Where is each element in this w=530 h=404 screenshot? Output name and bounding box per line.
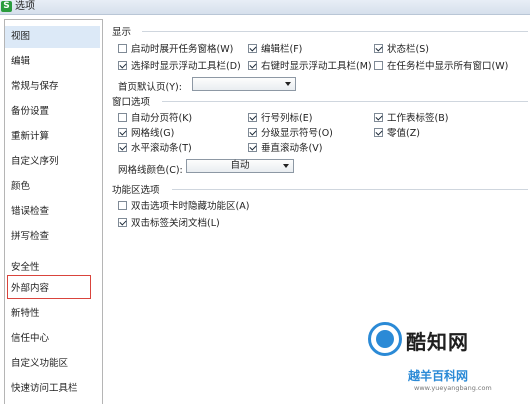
home-page-label: 首页默认页(Y): [118,82,182,93]
checkbox-label: 零值(Z) [387,128,420,139]
checkbox-gridlines[interactable]: 网格线(G) [118,125,174,139]
checkbox-label: 状态栏(S) [387,44,429,55]
sidebar-item-error-check[interactable]: 错误检查 [5,201,100,223]
sidebar-item-view[interactable]: 视图 [5,26,100,48]
checkbox-label: 分级显示符号(O) [261,128,333,139]
chevron-down-icon [285,82,291,86]
sidebar-item-general-save[interactable]: 常规与保存 [5,76,100,98]
section-divider [162,101,528,102]
watermark-logo-inner [376,330,394,348]
checkbox-vertical-scrollbar[interactable]: 垂直滚动条(V) [248,140,322,154]
sidebar-item-spell-check[interactable]: 拼写检查 [5,226,100,248]
checkbox-label: 工作表标签(B) [387,113,449,124]
checkbox-box[interactable] [374,112,383,122]
sidebar-item-customize-ribbon[interactable]: 自定义功能区 [5,353,100,375]
checkbox-row-col-headers[interactable]: 行号列标(E) [248,110,312,124]
checkbox-box[interactable] [118,127,127,137]
sidebar-item-recalculate[interactable]: 重新计算 [5,126,100,148]
checkbox-box[interactable] [118,217,127,227]
section-window-options-heading: 窗口选项 [112,97,151,108]
section-display-heading: 显示 [112,27,132,38]
checkbox-auto-page-break[interactable]: 自动分页符(K) [118,110,192,124]
checkbox-expand-task-pane[interactable]: 启动时展开任务窗格(W) [118,41,233,55]
checkbox-box[interactable] [118,43,127,53]
sidebar-item-quick-access[interactable]: 快速访问工具栏 [5,378,100,400]
checkbox-box[interactable] [374,43,383,53]
checkbox-label: 网格线(G) [131,128,175,139]
sidebar-item-new-features[interactable]: 新特性 [5,303,100,325]
checkbox-formula-bar[interactable]: 编辑栏(F) [248,41,302,55]
watermark-subtitle: 越羊百科网 [408,369,469,383]
checkbox-label: 水平滚动条(T) [131,143,192,154]
checkbox-zero-values[interactable]: 零值(Z) [374,125,420,139]
checkbox-float-toolbar-rightclick[interactable]: 右键时显示浮动工具栏(M) [248,58,372,72]
checkbox-label: 自动分页符(K) [131,113,193,124]
checkbox-horizontal-scrollbar[interactable]: 水平滚动条(T) [118,140,192,154]
checkbox-label: 右键时显示浮动工具栏(M) [261,61,372,72]
home-page-select[interactable] [192,77,296,91]
title-bar: S 选项 [0,0,530,15]
app-icon: S [1,1,12,12]
checkbox-label: 启动时展开任务窗格(W) [131,44,234,55]
checkbox-box[interactable] [118,142,127,152]
checkbox-box[interactable] [118,112,127,122]
options-sidebar: 视图 编辑 常规与保存 备份设置 重新计算 自定义序列 颜色 错误检查 拼写检查… [4,19,103,404]
watermark: 酷知网 越羊百科网 www.yueyangbang.com [368,322,530,403]
checkbox-label: 选择时显示浮动工具栏(D) [131,61,241,72]
checkbox-box[interactable] [248,127,257,137]
section-ribbon-heading: 功能区选项 [112,185,160,196]
checkbox-box[interactable] [248,142,257,152]
checkbox-outline-symbols[interactable]: 分级显示符号(O) [248,125,333,139]
checkbox-status-bar[interactable]: 状态栏(S) [374,41,429,55]
sidebar-item-custom-lists[interactable]: 自定义序列 [5,151,100,173]
checkbox-float-toolbar-select[interactable]: 选择时显示浮动工具栏(D) [118,58,241,72]
checkbox-label: 双击选项卡时隐藏功能区(A) [131,201,250,212]
checkbox-sheet-tabs[interactable]: 工作表标签(B) [374,110,448,124]
checkbox-close-doc-dblclick[interactable]: 双击标签关闭文档(L) [118,215,220,229]
checkbox-box[interactable] [248,43,257,53]
checkbox-box[interactable] [248,60,257,70]
checkbox-label: 编辑栏(F) [261,44,303,55]
chevron-down-icon [283,164,289,168]
sidebar-item-color[interactable]: 颜色 [5,176,100,198]
checkbox-box[interactable] [118,200,127,210]
sidebar-item-external-content[interactable]: 外部内容 [5,278,100,300]
sidebar-item-backup[interactable]: 备份设置 [5,101,100,123]
checkbox-box[interactable] [374,127,383,137]
checkbox-box[interactable] [118,60,127,70]
watermark-title: 酷知网 [406,330,469,354]
checkbox-hide-ribbon-dblclick[interactable]: 双击选项卡时隐藏功能区(A) [118,198,249,212]
grid-color-value: 自动 [230,160,250,171]
checkbox-label: 在任务栏中显示所有窗口(W) [387,61,509,72]
section-divider [142,31,528,32]
section-divider [172,189,528,190]
watermark-url: www.yueyangbang.com [414,384,492,392]
checkbox-label: 垂直滚动条(V) [261,143,323,154]
checkbox-label: 双击标签关闭文档(L) [131,218,220,229]
sidebar-item-edit[interactable]: 编辑 [5,51,100,73]
grid-color-label: 网格线颜色(C): [118,165,183,176]
checkbox-box[interactable] [248,112,257,122]
sidebar-item-trust-center[interactable]: 信任中心 [5,328,100,350]
checkbox-box[interactable] [374,60,383,70]
grid-color-select[interactable]: 自动 [186,159,294,173]
window-title: 选项 [15,1,35,12]
checkbox-label: 行号列标(E) [261,113,313,124]
checkbox-show-windows-taskbar[interactable]: 在任务栏中显示所有窗口(W) [374,58,508,72]
